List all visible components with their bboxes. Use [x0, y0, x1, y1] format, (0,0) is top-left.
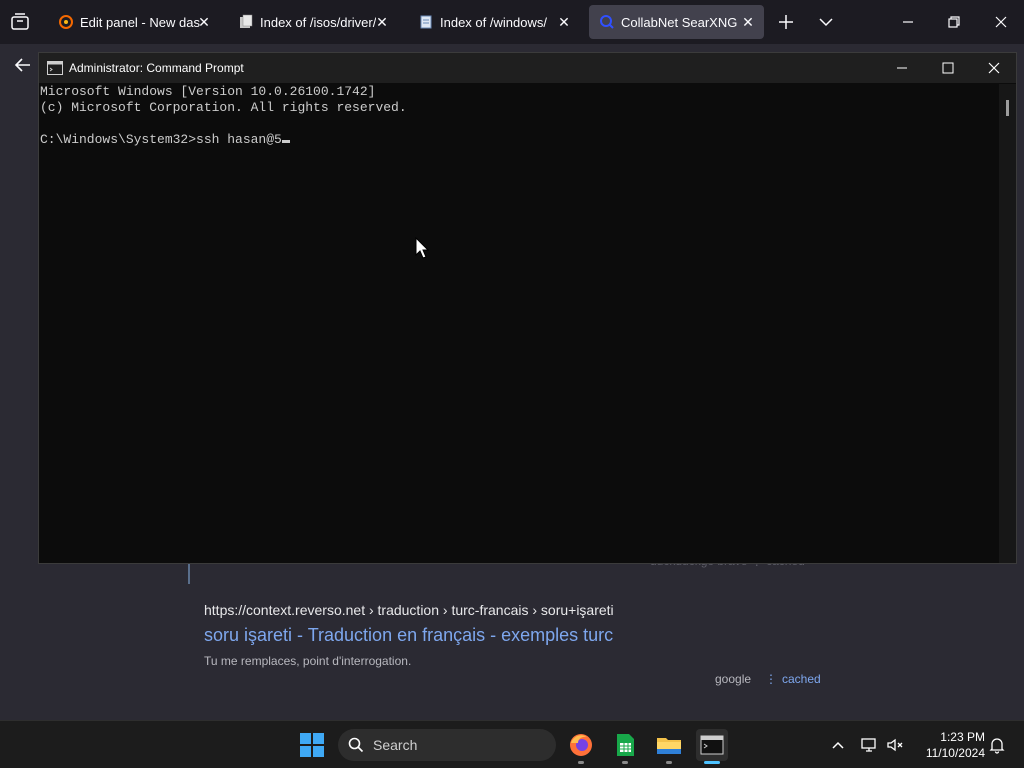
- close-icon[interactable]: ✕: [374, 14, 390, 30]
- result-title-link[interactable]: soru işareti - Traduction en français - …: [204, 625, 613, 646]
- command-prompt-window[interactable]: Administrator: Command Prompt Microsoft …: [38, 52, 1017, 564]
- new-tab-icon[interactable]: [776, 12, 796, 32]
- console-output[interactable]: Microsoft Windows [Version 10.0.26100.17…: [39, 84, 999, 563]
- console-command: C:\Windows\System32>ssh hasan@5: [40, 132, 282, 147]
- close-icon[interactable]: ✕: [556, 14, 572, 30]
- tab-windows[interactable]: Index of /windows/ ✕: [408, 5, 580, 39]
- console-prompt-line: C:\Windows\System32>ssh hasan@5: [40, 132, 290, 148]
- app-indicator: [666, 761, 672, 764]
- tab-label: CollabNet SearXNG: [621, 14, 738, 30]
- text-cursor: [281, 140, 290, 143]
- page-index-icon: [418, 14, 434, 30]
- app-indicator-active: [704, 761, 720, 764]
- result-engine: google: [715, 672, 752, 686]
- grafana-icon: [58, 14, 74, 30]
- minimize-icon[interactable]: [893, 59, 911, 77]
- windows-start-icon[interactable]: [298, 731, 326, 759]
- search-icon: [348, 737, 364, 753]
- cmd-title-bar[interactable]: Administrator: Command Prompt: [39, 53, 1016, 83]
- app-indicator: [578, 761, 584, 764]
- tab-searxng[interactable]: CollabNet SearXNG ✕: [589, 5, 764, 39]
- maximize-icon[interactable]: [939, 59, 957, 77]
- file-explorer-icon[interactable]: [653, 729, 685, 761]
- firefox-icon[interactable]: [565, 729, 597, 761]
- tab-isos-driver[interactable]: Index of /isos/driver/ ✕: [228, 5, 398, 39]
- close-icon[interactable]: ✕: [740, 14, 756, 30]
- searxng-icon: [599, 14, 615, 30]
- close-window-icon[interactable]: [991, 12, 1011, 32]
- volume-muted-icon[interactable]: [885, 735, 905, 755]
- taskbar-search[interactable]: Search: [338, 729, 556, 761]
- chevron-down-icon[interactable]: [816, 12, 836, 32]
- chevron-up-icon[interactable]: [830, 737, 846, 753]
- console-line: (c) Microsoft Corporation. All rights re…: [40, 100, 407, 115]
- minimize-icon[interactable]: [898, 12, 918, 32]
- result-snippet: Tu me remplaces, point d'interrogation.: [204, 654, 412, 668]
- result-url[interactable]: https://context.reverso.net › traduction…: [204, 602, 614, 618]
- cmd-scrollbar[interactable]: [999, 84, 1016, 563]
- result-separator: ⋮: [765, 672, 777, 686]
- back-arrow-icon[interactable]: [12, 54, 34, 76]
- clock-date: 11/10/2024: [925, 746, 985, 760]
- tab-label: Index of /isos/driver/: [260, 14, 377, 30]
- spreadsheet-icon[interactable]: [609, 729, 641, 761]
- taskbar-clock[interactable]: 1:23 PM 11/10/2024: [913, 729, 985, 761]
- notification-bell-icon[interactable]: [988, 736, 1006, 754]
- cmd-icon: [47, 61, 63, 75]
- console-line: Microsoft Windows [Version 10.0.26100.17…: [40, 84, 376, 99]
- tab-label: Edit panel - New dashb: [80, 14, 200, 30]
- search-label: Search: [373, 737, 418, 753]
- mouse-pointer-icon: [415, 236, 430, 259]
- terminal-icon[interactable]: [696, 729, 728, 761]
- windows-taskbar: Search 1:23 PM 11/10/2024: [0, 720, 1024, 768]
- browser-tab-bar: Edit panel - New dashb ✕ Index of /isos/…: [0, 0, 1024, 44]
- tab-label: Index of /windows/: [440, 14, 547, 30]
- close-window-icon[interactable]: [985, 59, 1003, 77]
- app-indicator: [622, 761, 628, 764]
- cached-link[interactable]: cached: [782, 672, 821, 686]
- cmd-title: Administrator: Command Prompt: [69, 61, 244, 75]
- tab-edit-panel[interactable]: Edit panel - New dashb ✕: [48, 5, 216, 39]
- clock-time: 1:23 PM: [940, 730, 985, 744]
- folder-index-icon: [238, 14, 254, 30]
- tab-list-icon[interactable]: [8, 10, 32, 34]
- result-divider: [188, 562, 190, 584]
- network-icon[interactable]: [859, 735, 879, 755]
- scroll-thumb[interactable]: [1006, 100, 1009, 116]
- close-icon[interactable]: ✕: [196, 14, 212, 30]
- restore-icon[interactable]: [944, 12, 964, 32]
